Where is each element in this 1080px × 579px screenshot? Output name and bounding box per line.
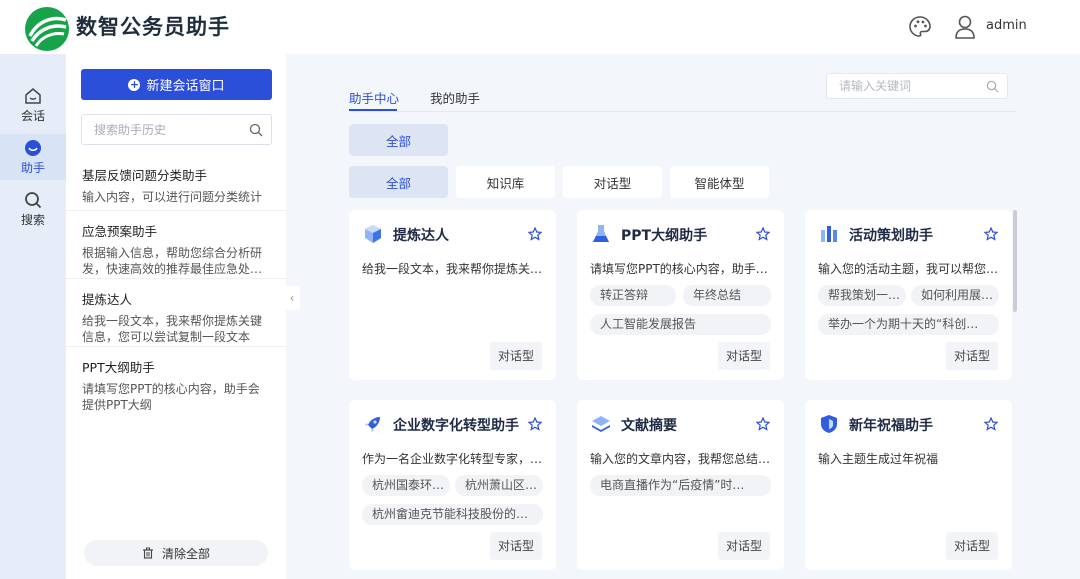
- history-item-title: 基层反馈问题分类助手: [82, 168, 208, 183]
- filter-all-top[interactable]: 全部: [349, 124, 448, 156]
- card-desc: 输入主题生成过年祝福: [818, 452, 939, 466]
- home-icon: [25, 87, 41, 104]
- history-item-title: 提炼达人: [82, 292, 133, 307]
- rocket-icon: [365, 417, 380, 432]
- assistant-icon: [25, 139, 41, 156]
- card-title: PPT大纲助手: [621, 228, 708, 244]
- assistant-card[interactable]: 企业数字化转型助手 作为一名企业数字化转型专家，… 杭州国泰环… 杭州萧山区… …: [349, 400, 556, 570]
- tab-active-indicator: [349, 109, 397, 111]
- cube-icon: [365, 225, 381, 243]
- history-item-desc: 输入内容，可以进行问题分类统计: [82, 190, 263, 204]
- card-type-badge: 对话型: [946, 342, 998, 370]
- layers-icon: [592, 416, 610, 432]
- clear-all-button[interactable]: 清除全部: [84, 540, 268, 566]
- star-icon[interactable]: [528, 227, 542, 241]
- card-prompt-chip[interactable]: 电商直播作为“后疫情”时…: [590, 475, 771, 496]
- history-panel: + 新建会话窗口 基层反馈问题分类助手 输入内容，可以进行问题分类统计 应急预案…: [66, 54, 286, 579]
- card-prompt-chip[interactable]: 杭州国泰环…: [362, 475, 450, 496]
- username[interactable]: admin: [986, 18, 1027, 33]
- card-type-badge: 对话型: [946, 532, 998, 560]
- tab-my-assistants[interactable]: 我的助手: [430, 88, 480, 107]
- card-type-badge: 对话型: [490, 532, 542, 560]
- card-prompt-chip[interactable]: 如何利用展…: [911, 285, 999, 306]
- user-icon[interactable]: [954, 14, 976, 40]
- card-prompt-chip[interactable]: 年终总结: [683, 285, 771, 306]
- card-type-badge: 对话型: [490, 342, 542, 370]
- filter-agent-type[interactable]: 智能体型: [670, 166, 769, 198]
- rail-label: 助手: [20, 160, 45, 175]
- left-rail: 会话 助手 搜索: [0, 54, 66, 579]
- trash-icon: [142, 547, 153, 559]
- plus-icon: +: [128, 77, 141, 91]
- keyword-search-input[interactable]: [839, 79, 979, 93]
- star-icon[interactable]: [756, 417, 770, 431]
- assistant-card[interactable]: 新年祝福助手 输入主题生成过年祝福 对话型: [805, 400, 1012, 570]
- collapse-panel-button[interactable]: ‹: [284, 286, 300, 310]
- top-header: 数智公务员助手 admin: [0, 0, 1080, 54]
- card-prompt-chip[interactable]: 帮我策划一…: [818, 285, 906, 306]
- new-chat-label: 新建会话窗口: [146, 79, 225, 94]
- star-icon[interactable]: [756, 227, 770, 241]
- assistant-card[interactable]: 提炼达人 给我一段文本，我来帮你提炼关… 对话型: [349, 210, 556, 380]
- history-item[interactable]: PPT大纲助手 请填写您PPT的核心内容，助手会提供PPT大纲: [66, 346, 286, 412]
- clear-all-label: 清除全部: [161, 546, 210, 561]
- card-type-badge: 对话型: [718, 532, 770, 560]
- history-item[interactable]: 基层反馈问题分类助手 输入内容，可以进行问题分类统计: [66, 155, 286, 210]
- card-prompt-chip[interactable]: 转正答辩: [590, 285, 676, 306]
- card-title: 企业数字化转型助手: [393, 418, 519, 434]
- card-title: 新年祝福助手: [849, 418, 933, 434]
- tab-divider: [349, 111, 1017, 112]
- logo-icon: [25, 7, 69, 51]
- card-title: 文献摘要: [621, 418, 677, 434]
- card-desc: 输入您的活动主题，我可以帮您…: [818, 262, 999, 276]
- main-search: [826, 73, 1008, 99]
- card-prompt-chip[interactable]: 杭州畲迪克节能科技股份的…: [362, 504, 543, 525]
- card-desc: 作为一名企业数字化转型专家，…: [362, 452, 543, 466]
- card-title: 提炼达人: [393, 228, 449, 244]
- card-prompt-chip[interactable]: 举办一个为期十天的“科创…: [818, 314, 999, 335]
- rail-item-search[interactable]: 搜索: [0, 186, 66, 232]
- filter-all[interactable]: 全部: [349, 166, 448, 198]
- assistant-card[interactable]: PPT大纲助手 请填写您PPT的核心内容，助手… 转正答辩 年终总结 人工智能发…: [577, 210, 784, 380]
- search-icon: [25, 191, 42, 208]
- history-item-title: 应急预案助手: [82, 224, 158, 239]
- history-item-desc: 给我一段文本，我来帮你提炼关键信息，您可以尝试复制一段文本: [82, 314, 263, 344]
- history-item[interactable]: 应急预案助手 根据输入信息，帮助您综合分析研发，快速高效的推荐最佳应急处…: [66, 210, 286, 278]
- card-type-badge: 对话型: [718, 342, 770, 370]
- star-icon[interactable]: [984, 227, 998, 241]
- card-desc: 给我一段文本，我来帮你提炼关…: [362, 262, 543, 276]
- card-prompt-chip[interactable]: 人工智能发展报告: [590, 314, 771, 335]
- history-item-desc: 根据输入信息，帮助您综合分析研发，快速高效的推荐最佳应急处…: [82, 246, 263, 276]
- star-icon[interactable]: [528, 417, 542, 431]
- tab-assistant-center[interactable]: 助手中心: [349, 88, 399, 107]
- chevron-left-icon: ‹: [289, 291, 295, 305]
- palette-icon[interactable]: [908, 15, 932, 39]
- rail-item-assistant[interactable]: 助手: [0, 134, 66, 180]
- star-icon[interactable]: [984, 417, 998, 431]
- rail-item-chat[interactable]: 会话: [0, 82, 66, 128]
- history-item-desc: 请填写您PPT的核心内容，助手会提供PPT大纲: [82, 382, 260, 412]
- card-desc: 请填写您PPT的核心内容，助手…: [590, 262, 768, 276]
- new-chat-button[interactable]: + 新建会话窗口: [81, 69, 272, 100]
- rail-label: 搜索: [20, 212, 45, 227]
- building-icon: [821, 226, 837, 242]
- assistant-card[interactable]: 活动策划助手 输入您的活动主题，我可以帮您… 帮我策划一… 如何利用展… 举办一…: [805, 210, 1012, 380]
- card-desc: 输入您的文章内容，我帮您总结…: [590, 452, 771, 466]
- filter-knowledge-base[interactable]: 知识库: [456, 166, 555, 198]
- shield-icon: [821, 415, 837, 433]
- scrollbar-thumb[interactable]: [1013, 210, 1017, 312]
- assistant-card[interactable]: 文献摘要 输入您的文章内容，我帮您总结… 电商直播作为“后疫情”时… 对话型: [577, 400, 784, 570]
- search-icon[interactable]: [986, 80, 999, 93]
- card-prompt-chip[interactable]: 杭州萧山区…: [455, 475, 543, 496]
- card-title: 活动策划助手: [849, 228, 933, 244]
- search-icon[interactable]: [249, 123, 263, 137]
- flask-icon: [593, 225, 609, 242]
- history-search-input[interactable]: [94, 122, 244, 137]
- filter-dialog-type[interactable]: 对话型: [563, 166, 662, 198]
- history-search: [81, 114, 272, 145]
- rail-label: 会话: [20, 108, 45, 123]
- history-item-title: PPT大纲助手: [82, 360, 155, 375]
- brand-title: 数智公务员助手: [76, 15, 230, 39]
- history-item[interactable]: 提炼达人 给我一段文本，我来帮你提炼关键信息，您可以尝试复制一段文本: [66, 278, 286, 346]
